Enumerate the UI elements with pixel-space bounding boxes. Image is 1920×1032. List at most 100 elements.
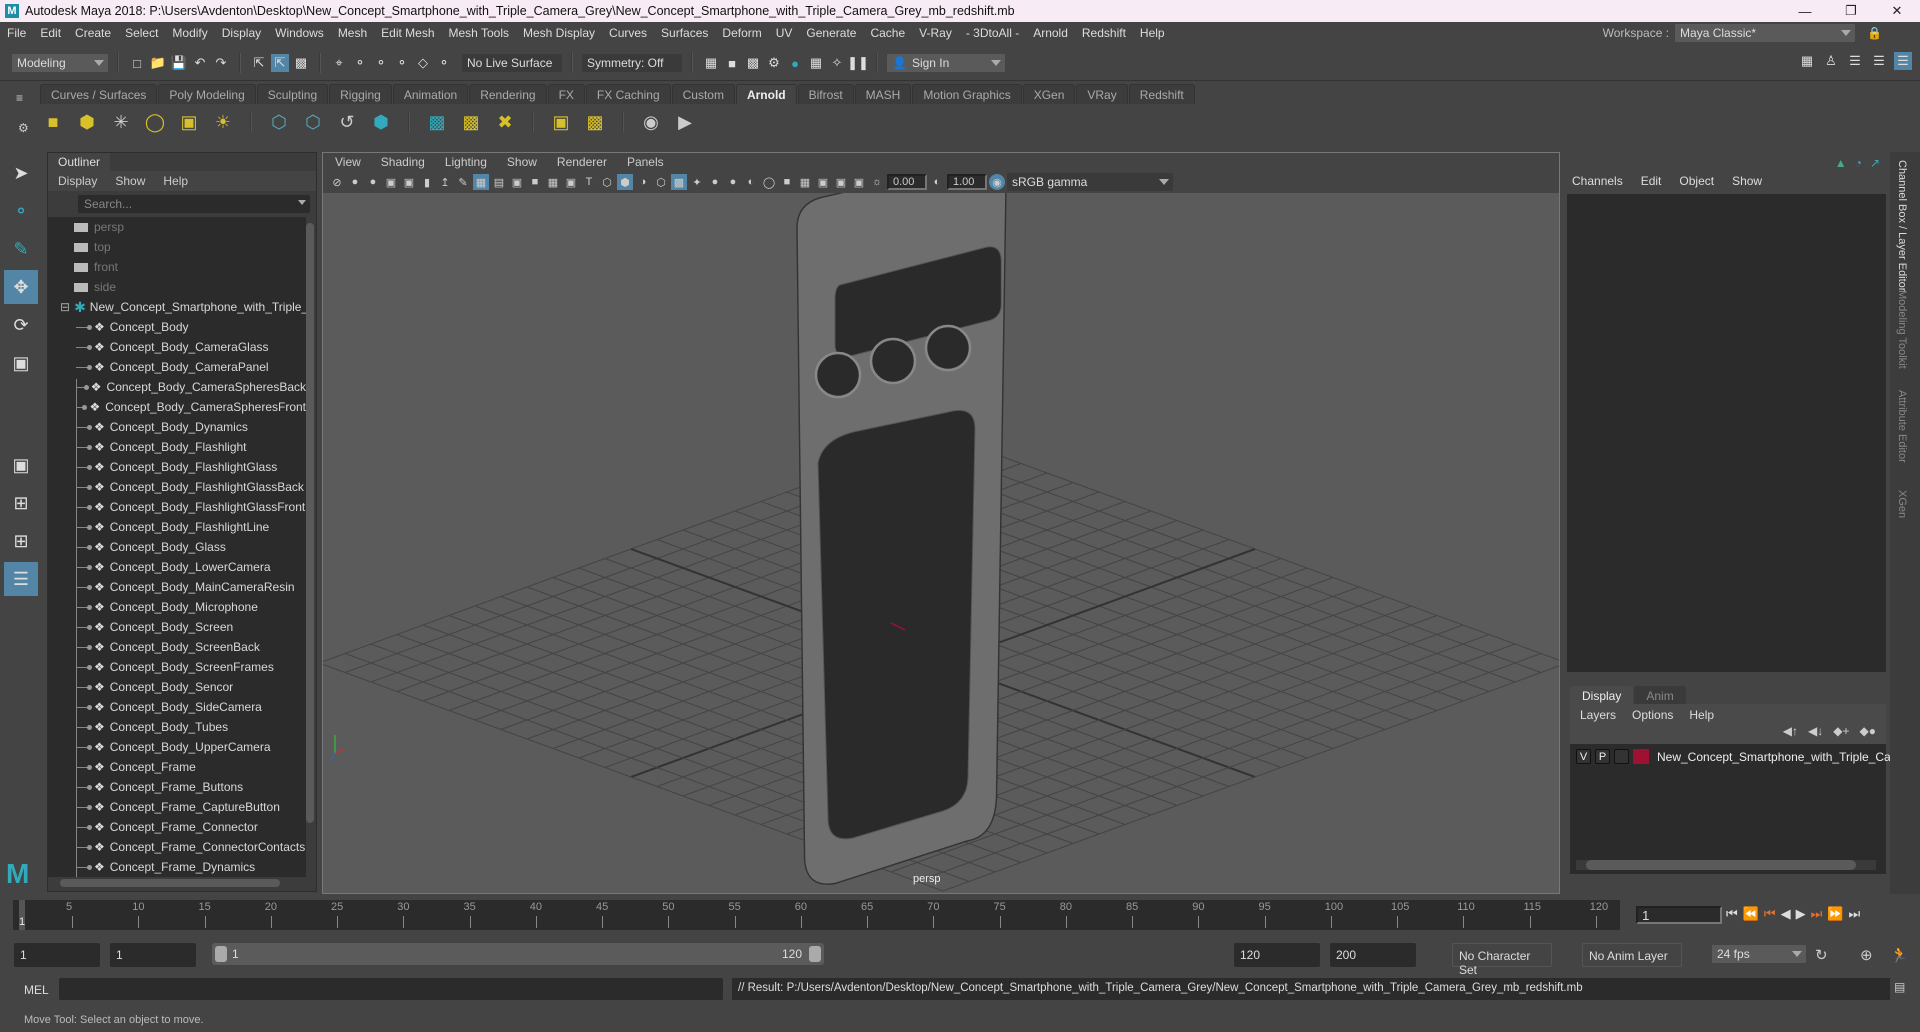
channelbox-menu-show[interactable]: Show: [1732, 174, 1762, 188]
live-surface-field[interactable]: No Live Surface: [462, 54, 562, 72]
xray-joints-icon[interactable]: ▣: [851, 174, 867, 190]
menu-generate[interactable]: Generate: [799, 26, 863, 40]
shelf-menu-icon[interactable]: ≡: [16, 91, 23, 105]
viewport-menu-show[interactable]: Show: [507, 155, 537, 169]
layer-color-swatch[interactable]: [1633, 749, 1649, 764]
outliner-mesh-item[interactable]: ❖ Concept_Body_MainCameraResin: [48, 577, 306, 597]
outliner-mesh-item[interactable]: ❖ Concept_Body_CameraGlass: [48, 337, 306, 357]
motion-blur-icon[interactable]: ◐: [743, 174, 759, 190]
move-layer-down-icon[interactable]: ◀↓: [1808, 724, 1823, 738]
exposure-icon[interactable]: ☼: [869, 174, 885, 190]
outliner-mesh-item[interactable]: ❖ Concept_Body_Sencor: [48, 677, 306, 697]
camera-attrs-icon[interactable]: ●: [347, 174, 363, 190]
timeline-bar[interactable]: 1 5 10 15 20 25 30 35 40 45 50 55 60 65 70 75 80 85 90 95 1…: [13, 900, 1620, 930]
close-button[interactable]: ✕: [1874, 0, 1920, 22]
outliner-hscrollbar[interactable]: [48, 879, 306, 889]
menu-file[interactable]: File: [0, 26, 33, 40]
grid-icon[interactable]: ▦: [473, 174, 489, 190]
outliner-mesh-item[interactable]: ❖ Concept_Frame_Connector: [48, 817, 306, 837]
wireframe-on-shaded-icon[interactable]: ⬡: [653, 174, 669, 190]
film-gate-icon[interactable]: ▤: [491, 174, 507, 190]
step-back-frame-icon[interactable]: ⏮: [1764, 906, 1776, 922]
outliner-mesh-item[interactable]: ❖ Concept_Body_CameraSpheresBack: [48, 377, 306, 397]
volume-icon[interactable]: ⬢: [368, 109, 394, 135]
new-layer-icon[interactable]: ◆+: [1833, 724, 1849, 738]
current-frame-field[interactable]: [1636, 906, 1722, 924]
new-layer-selected-icon[interactable]: ◆●: [1860, 724, 1876, 738]
menu-select[interactable]: Select: [118, 26, 165, 40]
restore-button[interactable]: ❐: [1828, 0, 1874, 22]
2d-pan-icon[interactable]: ↥: [437, 174, 453, 190]
menu-cache[interactable]: Cache: [863, 26, 912, 40]
color-management-toggle-icon[interactable]: ◉: [989, 174, 1005, 190]
exposure-field[interactable]: [887, 174, 927, 190]
viewport-menu-panels[interactable]: Panels: [627, 155, 664, 169]
light-portal-icon[interactable]: ▣: [176, 109, 202, 135]
new-scene-icon[interactable]: □: [128, 54, 146, 72]
outliner-mesh-item[interactable]: ❖ Concept_Frame_Buttons: [48, 777, 306, 797]
step-back-key-icon[interactable]: ⏪: [1743, 906, 1759, 922]
outliner-mesh-item[interactable]: ❖ Concept_Body_UpperCamera: [48, 737, 306, 757]
viewport-menu-lighting[interactable]: Lighting: [445, 155, 487, 169]
shelf-tab-motion-graphics[interactable]: Motion Graphics: [912, 84, 1022, 104]
shelf-tab-rigging[interactable]: Rigging: [329, 84, 392, 104]
lasso-tool-icon[interactable]: ⚬: [4, 194, 38, 228]
menu-deform[interactable]: Deform: [715, 26, 768, 40]
bookmarks-icon[interactable]: ●: [365, 174, 381, 190]
light-editor-icon[interactable]: ✧: [828, 54, 846, 72]
fps-dropdown[interactable]: 24 fps: [1712, 945, 1806, 963]
outliner-mesh-item[interactable]: ❖ Concept_Body: [48, 317, 306, 337]
menu-uv[interactable]: UV: [769, 26, 800, 40]
outliner-camera-item[interactable]: side: [48, 277, 306, 297]
render-frame-icon[interactable]: ▦: [702, 54, 720, 72]
single-pane-icon[interactable]: ▣: [4, 448, 38, 482]
menu-display[interactable]: Display: [215, 26, 268, 40]
flush-all-icon[interactable]: ✖: [492, 109, 518, 135]
anim-preferences-icon[interactable]: 🏃: [1890, 946, 1909, 964]
material-icon[interactable]: ▣: [548, 109, 574, 135]
animation-end-field[interactable]: 200: [1330, 943, 1416, 967]
select-hierarchy-icon[interactable]: ⇱: [250, 54, 268, 72]
snap-view-icon[interactable]: ⚬: [393, 54, 411, 72]
outliner-search-input[interactable]: Search...: [78, 195, 310, 213]
outliner-mesh-item[interactable]: ❖ Concept_Body_Microphone: [48, 597, 306, 617]
outliner-menu-show[interactable]: Show: [115, 174, 145, 188]
export-standin-icon[interactable]: ⬡: [300, 109, 326, 135]
viewport-3d-canvas[interactable]: persp: [318, 160, 1568, 893]
pause-icon[interactable]: ❚❚: [847, 54, 869, 72]
screen-space-ao-icon[interactable]: ●: [725, 174, 741, 190]
layer-tab-anim[interactable]: Anim: [1634, 686, 1686, 706]
playback-end-field[interactable]: 120: [1234, 943, 1320, 967]
outliner-mesh-item[interactable]: ❖ Concept_Body_Screen: [48, 617, 306, 637]
outliner-mesh-item[interactable]: ❖ Concept_Body_FlashlightGlass: [48, 457, 306, 477]
auto-key-icon[interactable]: ⊕: [1860, 946, 1873, 964]
menu-arnold[interactable]: Arnold: [1026, 26, 1075, 40]
mesh-light-icon[interactable]: ⬢: [74, 109, 100, 135]
step-forward-key-icon[interactable]: ⏩: [1827, 906, 1843, 922]
layer-menu-options[interactable]: Options: [1632, 708, 1673, 722]
layer-visibility-toggle[interactable]: V: [1576, 749, 1591, 764]
anti-aliasing-icon[interactable]: ◯: [761, 174, 777, 190]
four-pane-icon[interactable]: ⊞: [4, 486, 38, 520]
xray-icon[interactable]: ▣: [815, 174, 831, 190]
play-backward-icon[interactable]: ◀: [1781, 906, 1791, 922]
standin-icon[interactable]: ⬡: [266, 109, 292, 135]
display-layer-row[interactable]: V P New_Concept_Smartphone_with_Triple_C…: [1576, 749, 1920, 764]
outliner-mesh-item[interactable]: ❖ Concept_Frame: [48, 757, 306, 777]
viewport-menu-renderer[interactable]: Renderer: [557, 155, 607, 169]
minimize-button[interactable]: —: [1782, 0, 1828, 22]
select-component-icon[interactable]: ▩: [292, 54, 310, 72]
select-camera-icon[interactable]: ⊘: [329, 174, 345, 190]
outliner-mesh-item[interactable]: ❖ Concept_Body_Dynamics: [48, 417, 306, 437]
layer-editor-icon[interactable]: ◔: [1855, 156, 1862, 170]
tx-manager-icon[interactable]: ▩: [424, 109, 450, 135]
image-plane-icon[interactable]: ▣: [383, 174, 399, 190]
shelf-tab-mash[interactable]: MASH: [854, 84, 912, 104]
attribute-toggle-icon[interactable]: ↗: [1870, 156, 1880, 170]
shelf-tab-custom[interactable]: Custom: [671, 84, 735, 104]
outliner-camera-item[interactable]: top: [48, 237, 306, 257]
outliner-mesh-item[interactable]: ❖ Concept_Body_SideCamera: [48, 697, 306, 717]
symmetry-dropdown[interactable]: Symmetry: Off: [582, 54, 682, 72]
scale-tool-icon[interactable]: ▣: [4, 346, 38, 380]
resolution-gate-icon[interactable]: ▣: [509, 174, 525, 190]
